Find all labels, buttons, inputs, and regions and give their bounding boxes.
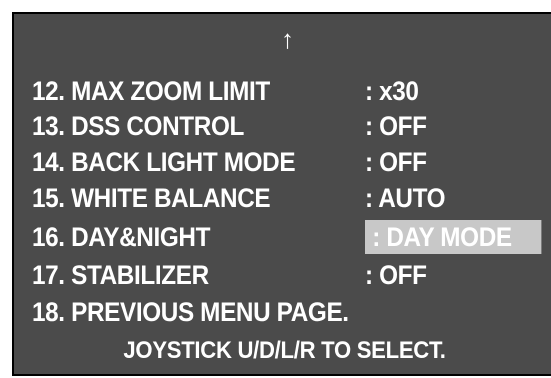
menu-item-value[interactable]: : x30	[361, 74, 422, 108]
menu-item-label: 15. WHITE BALANCE	[32, 183, 271, 213]
menu-item-label: 12. MAX ZOOM LIMIT	[32, 76, 270, 106]
menu-item-value[interactable]: : OFF	[361, 258, 430, 292]
menu-item-value[interactable]: : OFF	[361, 109, 430, 143]
menu-item-label: 14. BACK LIGHT MODE	[32, 147, 296, 177]
menu-item-value-selected[interactable]: : DAY MODE	[365, 220, 542, 254]
scroll-up-arrow-icon[interactable]: ↑	[281, 24, 294, 54]
menu-item-label: 17. STABILIZER	[32, 260, 209, 290]
menu-item-value[interactable]: : AUTO	[361, 181, 448, 215]
menu-item-label: 16. DAY&NIGHT	[32, 222, 211, 252]
menu-item-label: 18. PREVIOUS MENU PAGE.	[32, 297, 349, 327]
footer-instruction: JOYSTICK U/D/L/R TO SELECT.	[123, 337, 446, 364]
osd-menu-screen: ↑ 12. MAX ZOOM LIMIT : x30 13. DSS CONTR…	[12, 12, 551, 376]
menu-item-label: 13. DSS CONTROL	[32, 111, 244, 141]
menu-item-value[interactable]: : OFF	[361, 145, 430, 179]
